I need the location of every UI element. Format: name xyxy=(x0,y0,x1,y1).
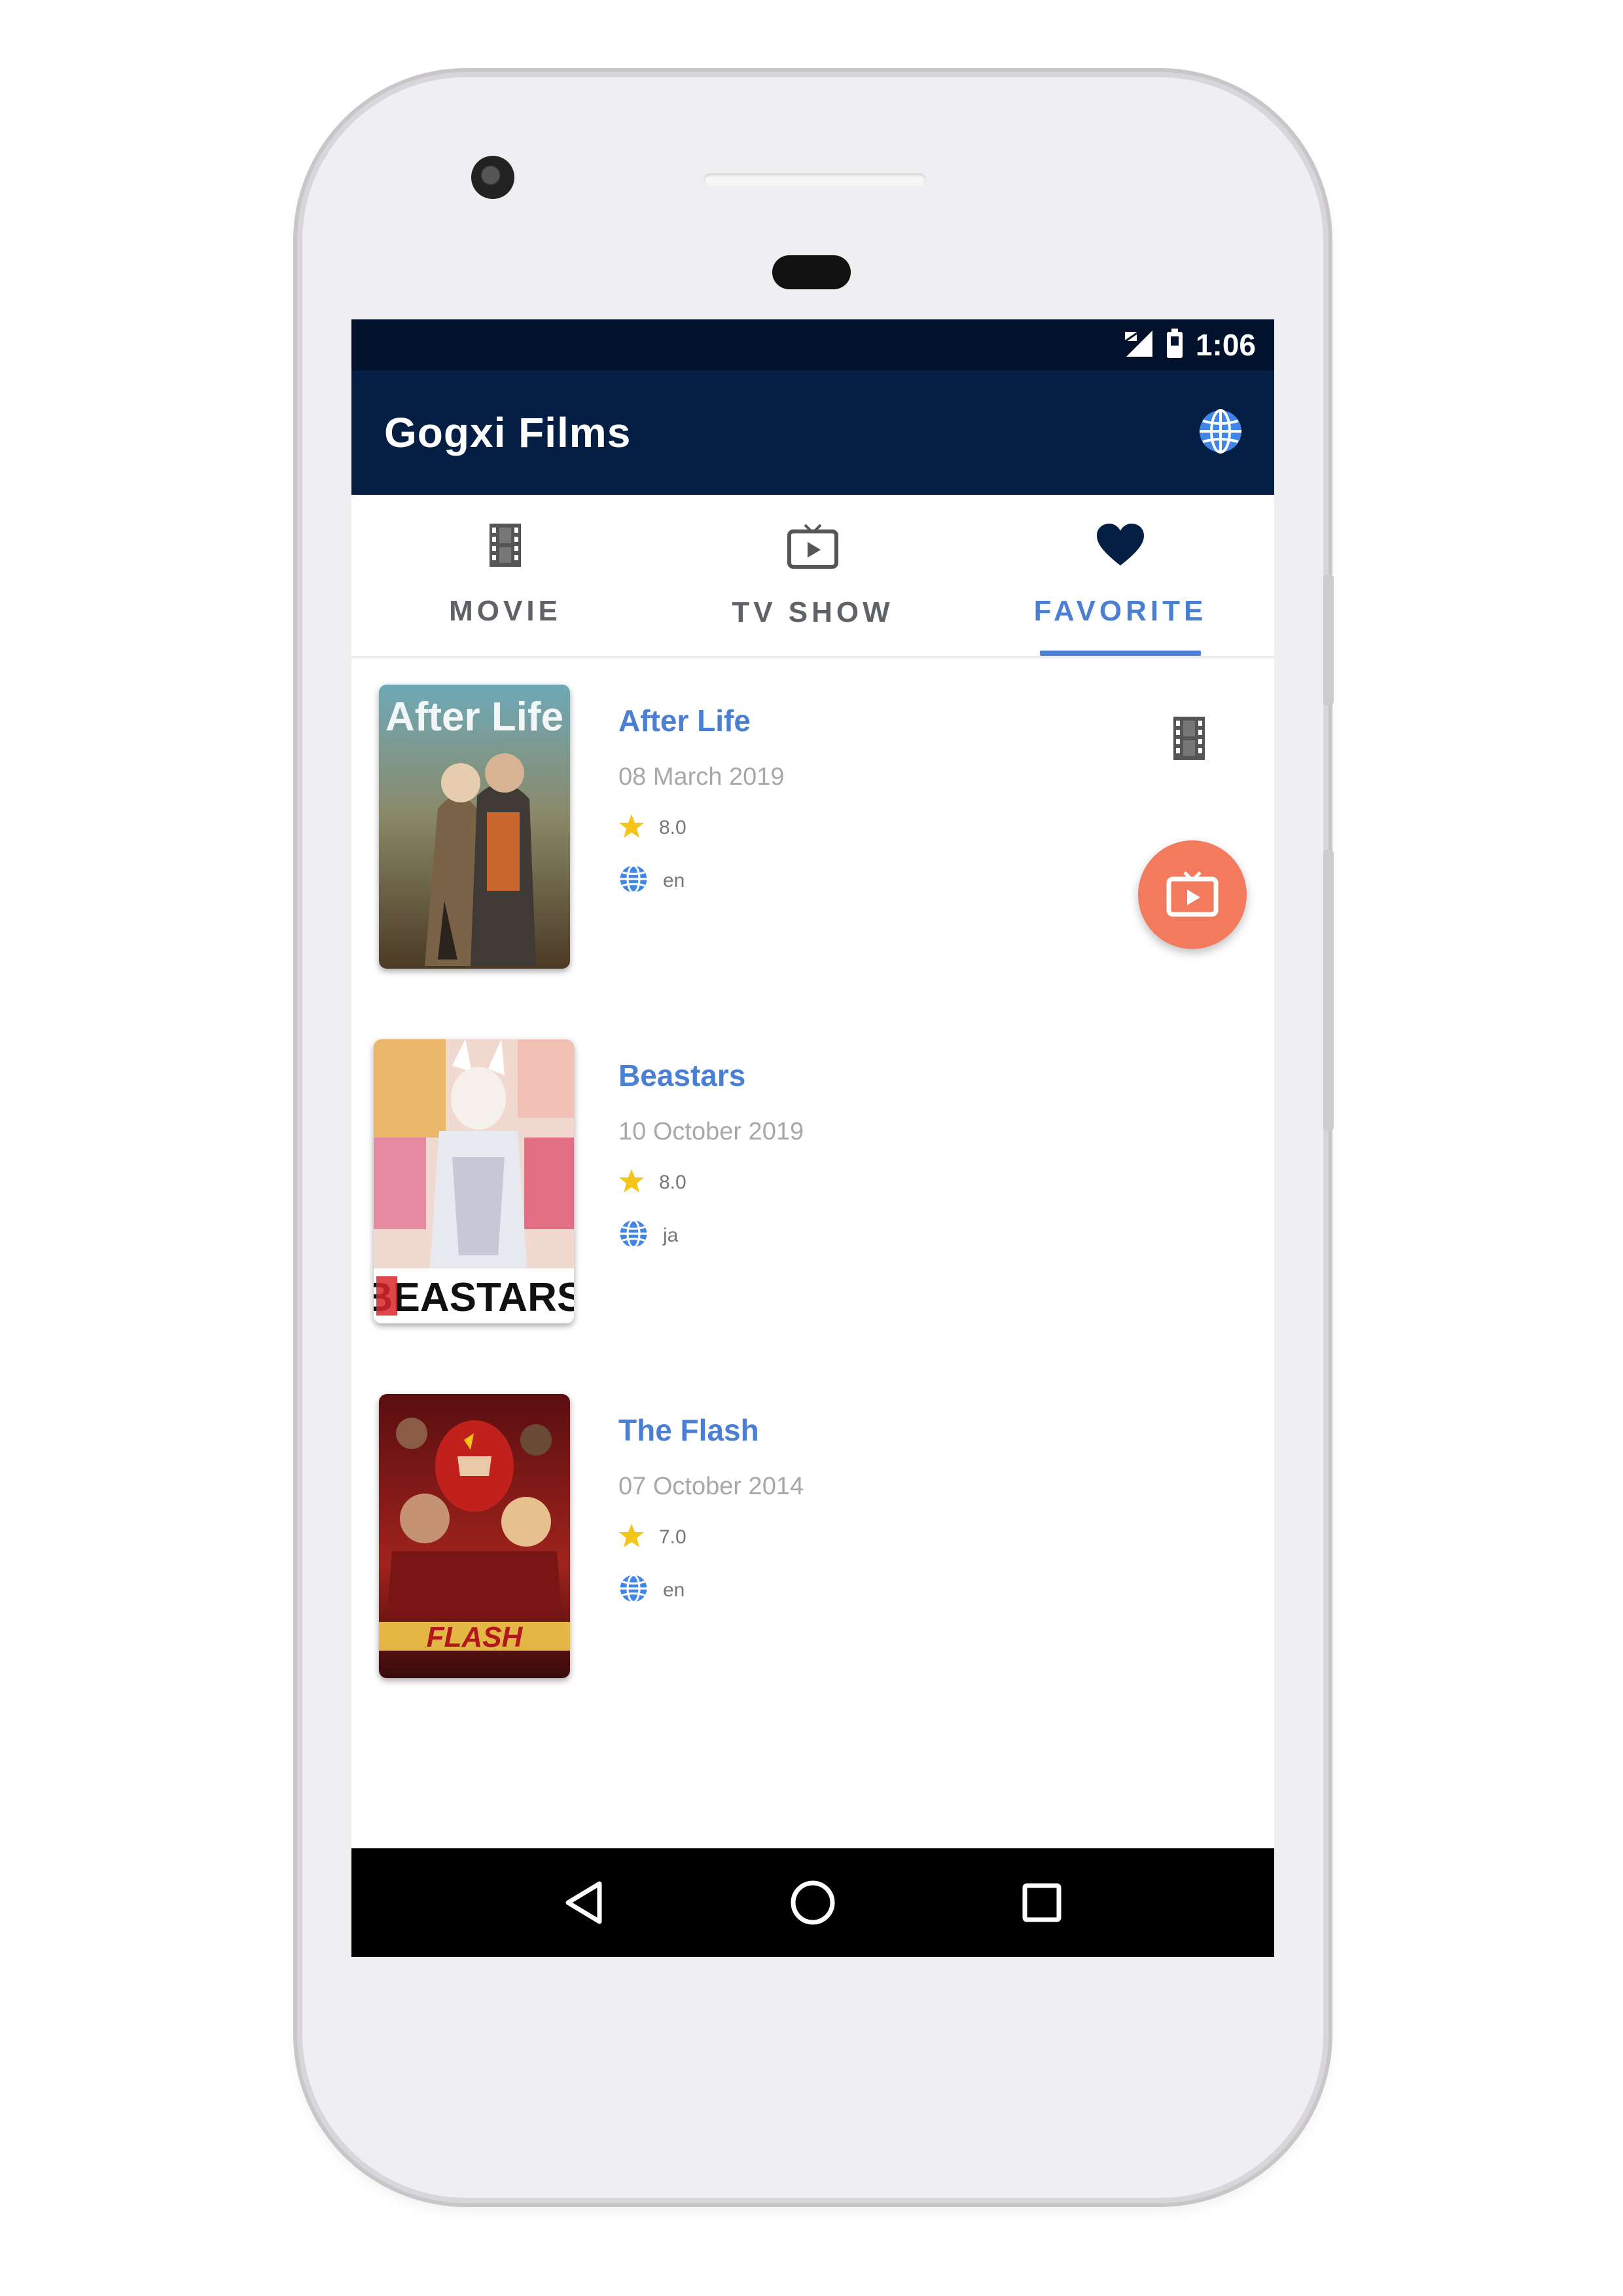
language-row: ja xyxy=(618,1219,804,1252)
item-language: en xyxy=(663,869,685,891)
front-camera xyxy=(471,156,514,199)
tab-tv-show[interactable]: TV SHOW xyxy=(659,495,967,656)
tab-tv-show-label: TV SHOW xyxy=(732,596,894,628)
earpiece-speaker xyxy=(704,173,926,187)
poster-the-flash: FLASH xyxy=(379,1394,570,1678)
item-language: en xyxy=(663,1579,685,1601)
item-release-date: 08 March 2019 xyxy=(618,763,785,791)
tv-icon xyxy=(1166,870,1219,920)
poster-beastars: BEASTARS xyxy=(374,1039,574,1323)
battery-icon xyxy=(1166,328,1184,362)
film-icon[interactable] xyxy=(1169,715,1209,764)
poster-title-text: BEASTARS xyxy=(374,1275,574,1320)
tv-show-fab[interactable] xyxy=(1138,840,1247,949)
item-title[interactable]: After Life xyxy=(618,703,785,738)
status-time: 1:06 xyxy=(1195,328,1256,362)
system-nav-bar xyxy=(351,1848,1274,1957)
globe-icon xyxy=(618,1573,649,1607)
rating-row: 7.0 xyxy=(618,1523,804,1551)
globe-icon[interactable] xyxy=(1197,408,1244,458)
item-release-date: 07 October 2014 xyxy=(618,1473,804,1500)
item-info: After Life 08 March 2019 8.0 en xyxy=(618,703,785,897)
poster-after-life: After Life xyxy=(379,685,570,969)
star-icon xyxy=(618,1523,645,1551)
tv-icon xyxy=(787,522,839,573)
globe-icon xyxy=(618,1219,649,1252)
item-language: ja xyxy=(663,1224,679,1246)
power-button xyxy=(1323,575,1334,706)
app-bar: Gogxi Films xyxy=(351,370,1274,495)
recents-icon[interactable] xyxy=(1016,1876,1068,1929)
app-title: Gogxi Films xyxy=(384,409,632,456)
globe-icon xyxy=(618,864,649,897)
proximity-sensor xyxy=(772,255,851,289)
status-bar: 1:06 xyxy=(351,319,1274,370)
poster-title-text: FLASH xyxy=(427,1621,524,1653)
item-info: Beastars 10 October 2019 8.0 ja xyxy=(618,1058,804,1252)
home-icon[interactable] xyxy=(787,1876,839,1929)
rating-row: 8.0 xyxy=(618,1168,804,1196)
item-title[interactable]: The Flash xyxy=(618,1412,804,1448)
tab-bar: MOVIE TV SHOW FAVORITE xyxy=(351,495,1274,658)
item-rating: 8.0 xyxy=(659,1171,687,1193)
signal-icon xyxy=(1121,329,1154,361)
star-icon xyxy=(618,1168,645,1196)
tab-movie[interactable]: MOVIE xyxy=(351,495,659,656)
phone-screen: 1:06 Gogxi Films MOVIE TV SHOW FAVORITE … xyxy=(351,319,1274,1957)
item-rating: 7.0 xyxy=(659,1526,687,1548)
tab-movie-label: MOVIE xyxy=(449,595,562,627)
language-row: en xyxy=(618,864,785,897)
item-rating: 8.0 xyxy=(659,816,687,838)
heart-icon xyxy=(1096,522,1145,571)
language-row: en xyxy=(618,1573,804,1607)
film-icon xyxy=(486,522,525,571)
volume-button xyxy=(1323,850,1334,1131)
rating-row: 8.0 xyxy=(618,814,785,842)
star-icon xyxy=(618,814,645,842)
back-icon[interactable] xyxy=(558,1876,610,1929)
poster-title-text: After Life xyxy=(385,694,563,740)
tab-favorite[interactable]: FAVORITE xyxy=(967,495,1274,656)
list-item[interactable]: After Life After Life 08 March 2019 8.0 … xyxy=(351,658,1274,969)
item-info: The Flash 07 October 2014 7.0 en xyxy=(618,1412,804,1607)
list-item[interactable]: BEASTARS Beastars 10 October 2019 8.0 ja xyxy=(351,1013,1274,1323)
item-release-date: 10 October 2019 xyxy=(618,1118,804,1145)
list-item[interactable]: FLASH The Flash 07 October 2014 7.0 en xyxy=(351,1368,1274,1678)
item-title[interactable]: Beastars xyxy=(618,1058,804,1093)
tab-favorite-label: FAVORITE xyxy=(1033,595,1207,627)
active-tab-indicator xyxy=(1040,651,1201,656)
